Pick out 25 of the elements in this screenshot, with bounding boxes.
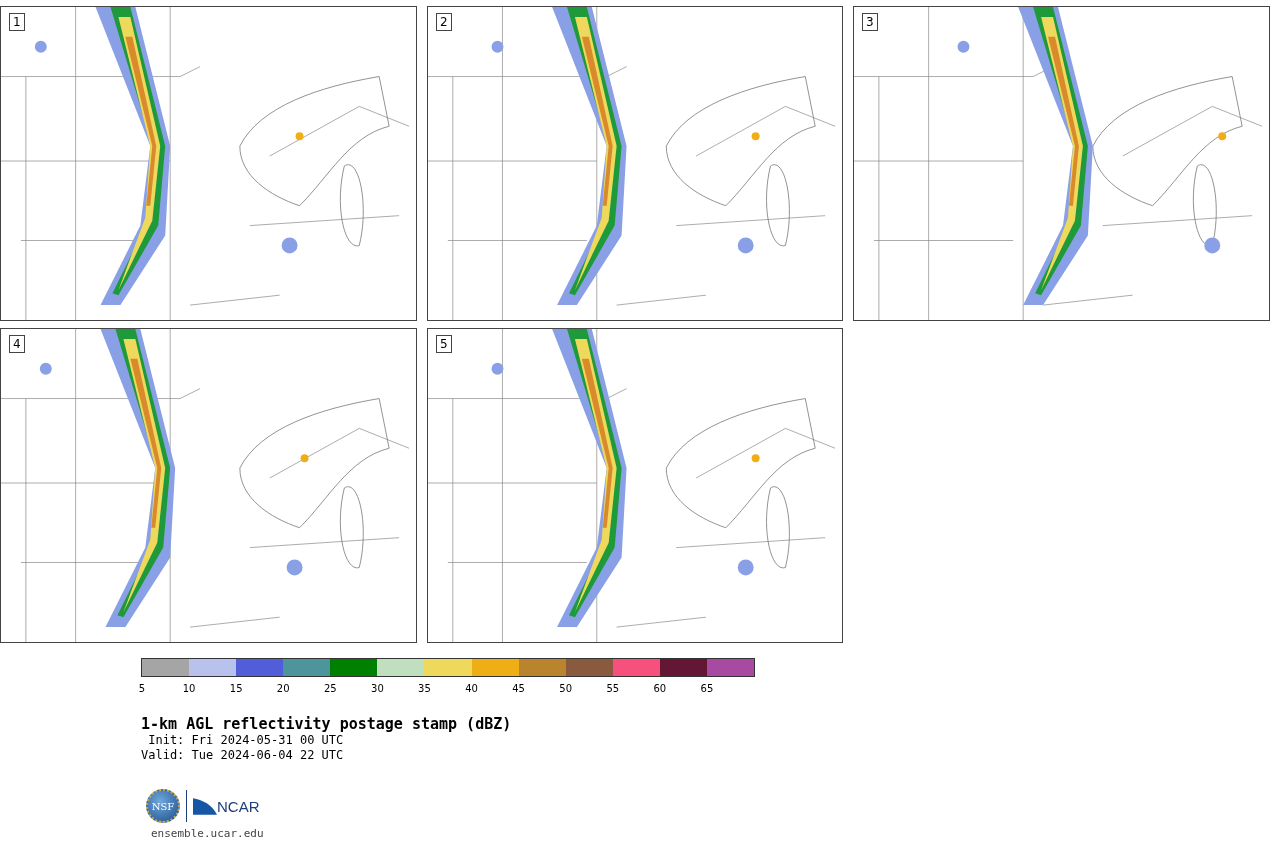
tick-label: 30: [371, 683, 384, 694]
tick-label: 60: [653, 683, 667, 694]
tick-label: 5: [138, 683, 146, 694]
tick-label: 55: [606, 683, 620, 694]
tick-label: 35: [418, 683, 431, 694]
tick-label: 45: [512, 683, 525, 694]
website-url: ensemble.ucar.edu: [151, 827, 265, 840]
tick-label: 50: [559, 683, 573, 694]
tick-label: 20: [276, 683, 290, 694]
valid-time: Valid: Tue 2024-06-04 22 UTC: [141, 748, 345, 763]
panel-number: 1: [9, 13, 25, 31]
tick-label: 25: [323, 683, 337, 694]
panel-number: 3: [862, 13, 878, 31]
panel-number: 5: [436, 335, 452, 353]
tick-label: 65: [700, 683, 714, 694]
chart-title: 1-km AGL reflectivity postage stamp (dBZ): [141, 715, 513, 733]
tick-label: 40: [465, 683, 478, 694]
panel-number: 2: [436, 13, 452, 31]
tick-label: 10: [182, 683, 196, 694]
nsf-logo: NSF: [146, 789, 180, 823]
ncar-logo: NCAR: [217, 797, 260, 815]
panel-number: 4: [9, 335, 25, 353]
init-time: Init: Fri 2024-05-31 00 UTC: [147, 733, 345, 748]
swoosh-icon: [193, 797, 217, 815]
tick-label: 15: [229, 683, 243, 694]
